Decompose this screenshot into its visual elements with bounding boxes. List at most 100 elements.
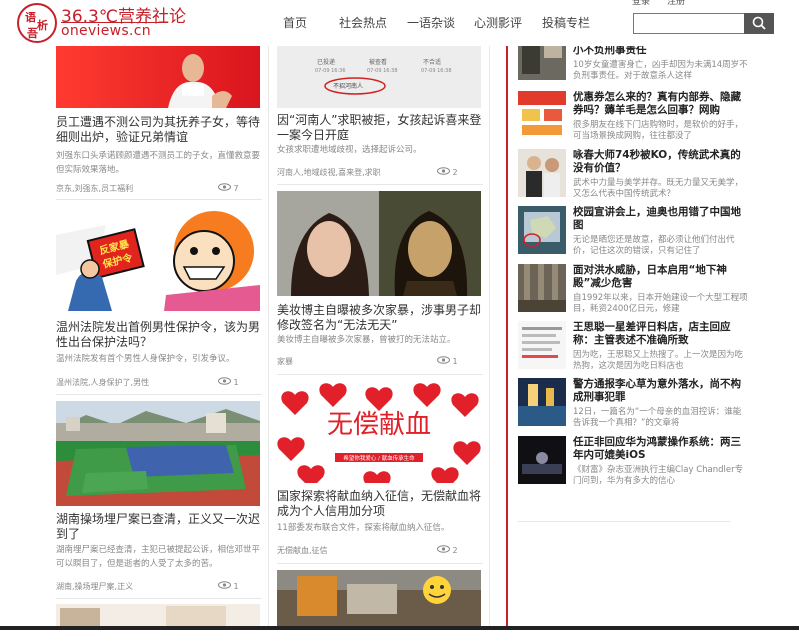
view-count: 1 (437, 356, 458, 366)
article-image[interactable] (56, 401, 260, 506)
list-item[interactable]: 面对洪水威胁，日本启用“地下神殿”减少危害 自1992年以来，日本开始建设一个大… (518, 264, 748, 316)
article-title[interactable]: 员工遭遇不测公司为其抚养子女，等待细则出炉，验证兄弟情谊 (56, 115, 262, 145)
list-thumbnail[interactable] (518, 264, 566, 312)
svg-text:不招河南人: 不招河南人 (333, 82, 363, 90)
section-divider (506, 46, 508, 626)
list-title[interactable]: 面对洪水威胁，日本启用“地下神殿”减少危害 (573, 264, 748, 290)
article-image[interactable]: 已投递 被查看 不合适 07-09 16:36 07-09 16:38 07-0… (277, 46, 481, 108)
view-count: 7 (218, 183, 239, 193)
list-title[interactable]: 警方通报李心草为意外落水，尚不构成刑事犯罪 (573, 378, 748, 404)
column-divider (489, 46, 490, 626)
nav-submit[interactable]: 投稿专栏 (542, 14, 590, 31)
article-title[interactable]: 美妆博主自曝被多次家暴，涉事男子却修改签名为“无法无天” (277, 303, 483, 333)
list-desc: 自1992年以来，日本开始建设一个大型工程项目，耗资2400亿日元，修建 (573, 293, 748, 314)
browser-bottom-edge (0, 626, 799, 630)
svg-text:已投递: 已投递 (317, 58, 335, 66)
register-link[interactable]: 注册 (667, 0, 685, 7)
svg-text:被查看: 被查看 (369, 58, 387, 66)
list-item[interactable]: 任正非回应华为鸿蒙操作系统：两三年内可媲美iOS 《财富》杂志亚洲执行主编Cla… (518, 436, 743, 488)
list-item[interactable]: 校园宣讲会上，迪奥也用错了中国地图 无论是晒您还是故意，都必须让他们付出代价，记… (518, 206, 741, 258)
list-desc: 12日，一篇名为“一个母亲的血泪控诉：谁能告诉我一个真相？”的文章将 (573, 407, 742, 428)
search-input[interactable] (633, 13, 745, 34)
article-image[interactable]: 无偿献血 希望你我爱心 / 献血传承生命 (277, 381, 481, 483)
eye-icon (218, 377, 231, 385)
view-count: 1 (218, 581, 239, 591)
eye-icon (437, 356, 450, 364)
nav-review[interactable]: 心测影评 (474, 14, 522, 31)
nav-social[interactable]: 社会热点 (339, 14, 387, 31)
list-item[interactable]: 警方通报李心草为意外落水，尚不构成刑事犯罪 12日，一篇名为“一个母亲的血泪控诉… (518, 378, 741, 430)
list-item[interactable]: 咏春大师74秒被KO，传统武术真的没有价值？ 武术中力量与美学并存。既无力量又无… (518, 149, 743, 201)
list-desc: 《财富》杂志亚洲执行主编Clay Chandler专门问到，华为有多大的信心 (573, 465, 744, 486)
logo-glyph: 语 (25, 11, 36, 24)
list-title[interactable]: 校园宣讲会上，迪奥也用错了中国地图 (573, 206, 748, 232)
card-separator (56, 598, 262, 599)
list-item[interactable]: 优惠券怎么来的？真有内部券、隐藏券吗？薅羊毛是怎么回事？网购 很多朋友在线下门店… (518, 91, 743, 143)
svg-text:07-09 16:36: 07-09 16:36 (315, 68, 346, 74)
nav-talk[interactable]: 一语杂谈 (407, 14, 455, 31)
eye-icon (437, 167, 450, 175)
search-button[interactable] (744, 13, 774, 34)
logo-glyph: 析 (37, 19, 48, 32)
eye-icon (218, 581, 231, 589)
list-thumbnail[interactable] (518, 91, 566, 139)
login-link[interactable]: 登录 (632, 0, 650, 7)
view-count: 2 (437, 545, 458, 555)
view-count: 2 (437, 167, 458, 177)
article-desc: 刘强东口头承诺顾颜遭遇不测员工的子女，直懂救意要但实际效果落地。 (56, 151, 261, 175)
article-image[interactable] (277, 570, 481, 626)
list-desc: 武术中力量与美学并存。既无力量又无美学，又怎么代表中国传统武术？ (573, 178, 744, 199)
list-desc: 很多朋友在线下门店购物时，是软价的好手，可当场景换成网购，往往都没了 (573, 120, 744, 141)
list-title[interactable]: 优惠券怎么来的？真有内部券、隐藏券吗？薅羊毛是怎么回事？网购 (573, 91, 748, 117)
view-count-value: 7 (233, 184, 239, 193)
article-tags[interactable]: 家暴 (277, 356, 293, 367)
article-tags[interactable]: 京东,刘强东,员工福利 (56, 183, 133, 194)
list-thumbnail[interactable] (518, 321, 566, 369)
list-item[interactable]: 小不负刑事责任 10岁女童遭害身亡，凶手却因为未满14周岁不负刑事责任。对于故意… (518, 40, 748, 86)
card-separator (277, 563, 483, 564)
card-separator (56, 199, 262, 200)
article-image[interactable]: 反家暴 保护令 (56, 205, 260, 311)
list-thumbnail[interactable] (518, 149, 566, 197)
list-thumbnail[interactable] (518, 378, 566, 426)
list-item[interactable]: 王思聪一星差评日料店，店主回应称：主管表述不准确所致 因为吃，王思聪又上热搜了。… (518, 321, 743, 373)
list-title[interactable]: 咏春大师74秒被KO，传统武术真的没有价值？ (573, 149, 748, 175)
article-tags[interactable]: 温州法院,人身保护了,男性 (56, 377, 149, 388)
article-title[interactable]: 温州法院发出首例男性保护令，该为男性出台保护法吗？ (56, 320, 262, 350)
list-thumbnail[interactable] (518, 40, 566, 80)
logo-glyph: 吾 (27, 27, 38, 40)
eye-icon (218, 183, 231, 191)
article-tags[interactable]: 河南人,地域歧视,喜来登,求职 (277, 167, 381, 178)
list-thumbnail[interactable] (518, 206, 566, 254)
article-desc: 美妆博主自曝被多次家暴，曾被打的无法站立。 (277, 335, 456, 345)
search-icon (752, 16, 766, 30)
nav-home[interactable]: 首页 (283, 14, 307, 31)
svg-text:07-09 16:38: 07-09 16:38 (421, 68, 452, 74)
site-logo-icon[interactable]: 语 析 吾 (17, 3, 57, 43)
card-separator (277, 374, 483, 375)
site-name-en[interactable]: oneviews.cn (61, 23, 151, 39)
article-tags[interactable]: 湖南,操场埋尸案,正义 (56, 581, 133, 592)
list-thumbnail[interactable] (518, 436, 566, 484)
article-title[interactable]: 因“河南人”求职被拒，女孩起诉喜来登一案今日开庭 (277, 113, 483, 143)
article-image[interactable] (277, 191, 481, 296)
article-desc: 湖南埋尸案已经查清，主犯已被提起公诉，相信邓世平可以瞑目了，但是逝者的人受了太多… (56, 545, 261, 569)
article-desc: 女孩求职遭地域歧视，选择起诉公司。 (277, 145, 422, 155)
column-divider (268, 46, 269, 626)
article-image[interactable] (56, 46, 260, 108)
view-count-value: 2 (452, 168, 458, 177)
list-title[interactable]: 王思聪一星差评日料店，店主回应称：主管表述不准确所致 (573, 321, 748, 347)
site-header: 语 析 吾 36.3℃营养社论 oneviews.cn 首页 社会热点 一语杂谈… (0, 0, 799, 46)
list-end-separator (518, 521, 730, 522)
article-tags[interactable]: 无偿献血,征信 (277, 545, 328, 556)
article-title[interactable]: 国家探索将献血纳入征信，无偿献血将成为个人信用加分项 (277, 489, 483, 519)
view-count-value: 2 (452, 546, 458, 555)
article-title[interactable]: 湖南操场埋尸案已查清，正义又一次迟到了 (56, 512, 262, 542)
article-image[interactable] (56, 604, 260, 626)
list-title[interactable]: 任正非回应华为鸿蒙操作系统：两三年内可媲美iOS (573, 436, 748, 462)
svg-text:不合适: 不合适 (423, 58, 441, 66)
image-text-big: 无偿献血 (327, 410, 431, 440)
list-desc: 因为吃，王思聪又上热搜了。上一次是因为吃热狗，这次是因为吃日料店也 (573, 350, 744, 371)
view-count: 1 (218, 377, 239, 387)
svg-text:07-09 16:38: 07-09 16:38 (367, 68, 398, 74)
